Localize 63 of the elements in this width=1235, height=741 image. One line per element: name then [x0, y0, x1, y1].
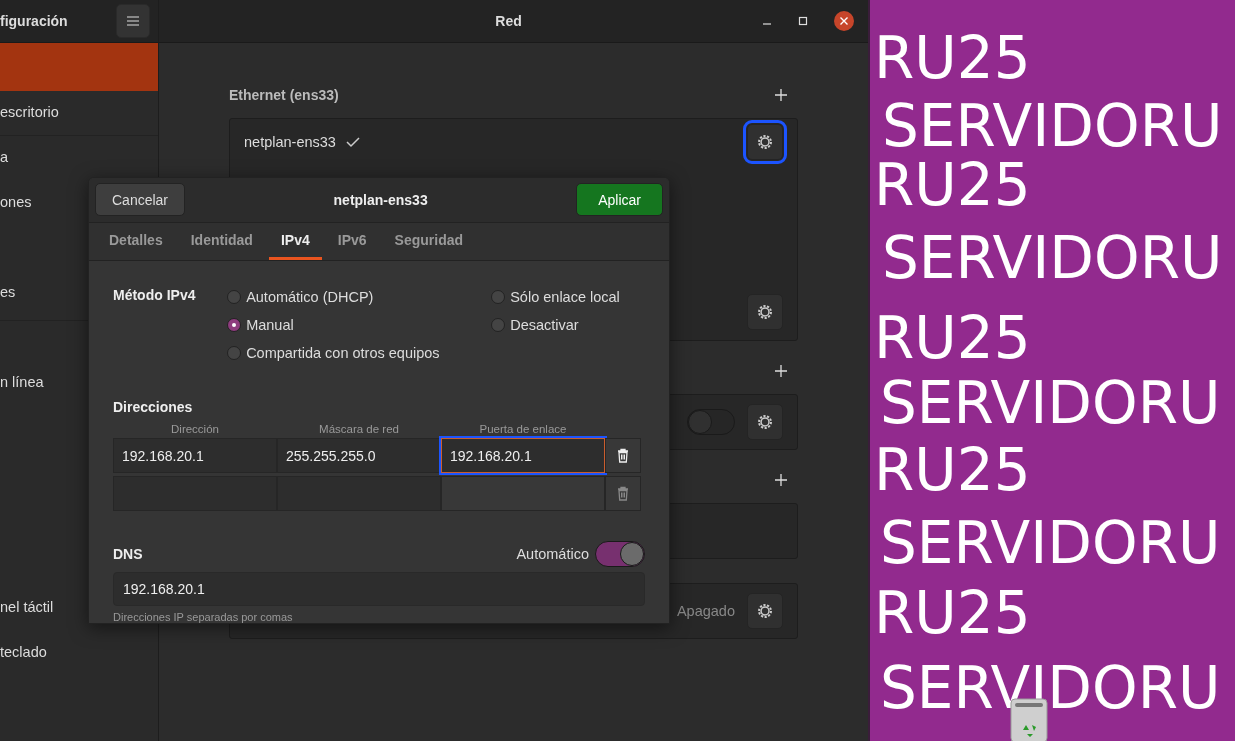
wallpaper-text: SERVIDORU [882, 96, 1223, 156]
delete-button[interactable] [605, 438, 641, 473]
tab[interactable]: IPv4 [268, 222, 322, 260]
addresses-label: Direcciones [113, 399, 194, 415]
column-header: Puerta de enlace [478, 423, 568, 435]
add-icon[interactable] [774, 473, 788, 487]
wallpaper-text: RU25 [874, 440, 1031, 500]
wallpaper-text: RU25 [874, 308, 1031, 368]
address-field[interactable] [277, 476, 441, 511]
column-header: Dirección [170, 423, 220, 435]
sidebar-title: figuración [0, 13, 68, 29]
sidebar-item[interactable]: escritorio [0, 90, 158, 135]
radio-option[interactable]: Automático (DHCP) [227, 287, 474, 307]
method-label: Método IPv4 [113, 287, 197, 305]
wallpaper-text: RU25 [874, 155, 1031, 215]
address-field[interactable]: 192.168.20.1 [441, 438, 605, 473]
sidebar-item[interactable]: teclado [0, 630, 158, 675]
automatic-label: Automático [516, 546, 589, 562]
settings-icon [756, 602, 774, 620]
column-header: Máscara de red [318, 423, 400, 435]
settings-icon [756, 133, 774, 151]
toggle-switch[interactable] [595, 541, 645, 567]
settings-button[interactable] [747, 294, 783, 330]
window-title: Red [495, 13, 522, 29]
settings-icon [756, 413, 774, 431]
tab[interactable]: Seguridad [382, 222, 476, 260]
radio-option[interactable]: Compartida con otros equipos [227, 343, 474, 363]
dns-label: DNS [113, 546, 144, 562]
settings-button[interactable] [747, 593, 783, 629]
trash-icon [617, 448, 629, 463]
radio-option[interactable]: Desactivar [491, 315, 645, 335]
tab[interactable]: Identidad [178, 222, 265, 260]
dialog-title: netplan-ens33 [333, 191, 428, 208]
wallpaper-text: SERVIDORU [880, 373, 1221, 433]
address-field[interactable] [441, 476, 605, 511]
add-icon[interactable] [774, 88, 788, 102]
wallpaper-text: SERVIDORU [880, 658, 1221, 718]
settings-icon [756, 303, 774, 321]
apply-button[interactable]: Aplicar [576, 183, 663, 217]
cancel-button[interactable]: Cancelar [95, 183, 186, 217]
settings-button[interactable] [747, 404, 783, 440]
address-field[interactable]: 255.255.255.0 [277, 438, 441, 473]
connection-name: netplan-ens33 [244, 134, 336, 150]
trash-icon [617, 486, 629, 501]
wallpaper-text: SERVIDORU [882, 228, 1223, 288]
sidebar-item[interactable]: a [0, 135, 158, 180]
dns-field[interactable]: 192.168.20.1 [113, 572, 645, 606]
add-icon[interactable] [774, 364, 788, 378]
wallpaper-text: RU25 [874, 583, 1031, 643]
status-text: Apagado [676, 603, 735, 619]
hint-text: Direcciones IP separadas por comas [113, 611, 294, 623]
close-icon[interactable] [834, 11, 854, 31]
tab[interactable]: Detalles [97, 222, 175, 260]
menu-button[interactable] [116, 4, 150, 38]
section-title: Ethernet (ens33) [229, 87, 339, 103]
menu-icon [127, 16, 139, 26]
radio-option[interactable]: Manual [227, 315, 474, 335]
address-field[interactable]: 192.168.20.1 [113, 438, 277, 473]
wallpaper-text: SERVIDORU [880, 513, 1221, 573]
maximize-icon[interactable] [798, 16, 808, 26]
radio-option[interactable]: Sólo enlace local [491, 287, 645, 307]
wallpaper-text: RU25 [874, 28, 1031, 88]
tab[interactable]: IPv6 [325, 222, 379, 260]
